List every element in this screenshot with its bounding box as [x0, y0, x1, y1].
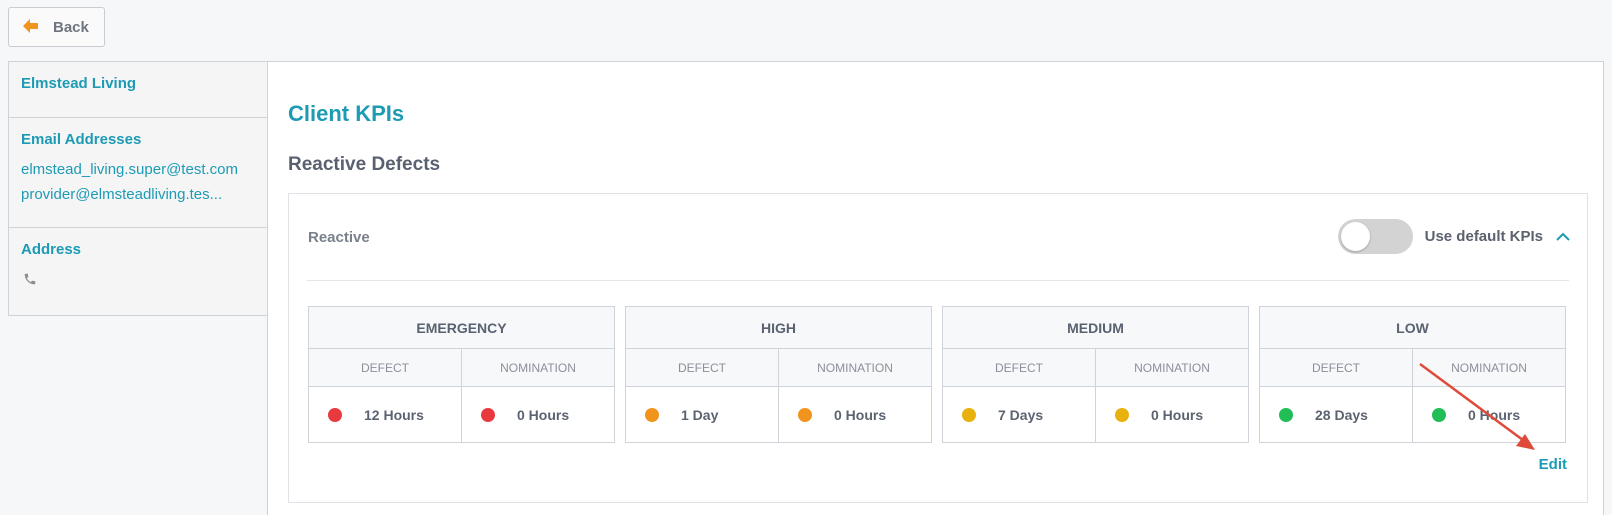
defect-value: 12 Hours [364, 406, 424, 423]
status-dot [328, 407, 342, 422]
kpi-values: 28 Days 0 Hours [1260, 387, 1565, 442]
defect-column-header: DEFECT [1312, 360, 1360, 375]
card-divider [307, 280, 1569, 281]
main-panel: Client KPIs Reactive Defects Reactive Us… [267, 61, 1604, 515]
nomination-column-header: NOMINATION [1412, 349, 1565, 386]
email-title: Email Addresses [21, 131, 142, 148]
back-label: Back [53, 18, 89, 36]
address-title: Address [21, 241, 82, 258]
back-button[interactable]: Back [8, 7, 105, 47]
priority-header: MEDIUM [943, 307, 1248, 349]
status-dot [1432, 407, 1446, 422]
status-dot [1115, 407, 1129, 422]
nomination-value: 0 Hours [517, 406, 570, 423]
defect-value: 1 Day [681, 406, 719, 423]
email-link[interactable]: provider@elmsteadliving.tes... [21, 186, 255, 203]
kpi-values: 12 Hours 0 Hours [309, 387, 614, 442]
priority-header: LOW [1260, 307, 1565, 349]
defect-value: 7 Days [998, 406, 1044, 423]
priority-header: HIGH [626, 307, 931, 349]
reactive-kpi-card: Reactive Use default KPIs EMERGENCY DEFE… [288, 193, 1588, 503]
nomination-value: 0 Hours [834, 406, 887, 423]
phone-icon [23, 272, 39, 288]
default-kpi-toggle[interactable] [1337, 219, 1413, 254]
nomination-value: 0 Hours [1468, 406, 1521, 423]
defect-value-cell: 28 Days [1260, 387, 1412, 442]
edit-link[interactable]: Edit [1539, 456, 1567, 473]
status-dot [962, 407, 976, 422]
kpi-block-emergency: EMERGENCY DEFECT NOMINATION 12 Hours 0 H… [308, 306, 615, 443]
toggle-label: Use default KPIs [1424, 228, 1543, 245]
defect-value-cell: 1 Day [626, 387, 778, 442]
nomination-value-cell: 0 Hours [461, 387, 614, 442]
email-link[interactable]: elmstead_living.super@test.com [21, 161, 255, 178]
status-dot [645, 407, 659, 422]
toggle-knob [1340, 222, 1370, 251]
status-dot [1279, 407, 1293, 422]
defect-value: 28 Days [1315, 406, 1368, 423]
defect-column-header: DEFECT [678, 360, 726, 375]
nomination-column-header: NOMINATION [461, 349, 614, 386]
page-title: Client KPIs [288, 101, 405, 126]
client-sidebar: Elmstead Living Email Addresses elmstead… [8, 61, 268, 316]
kpi-block-low: LOW DEFECT NOMINATION 28 Days 0 Hours [1259, 306, 1566, 443]
nomination-value-cell: 0 Hours [1412, 387, 1565, 442]
defect-column-header: DEFECT [361, 360, 409, 375]
status-dot [798, 407, 812, 422]
email-section: Email Addresses elmstead_living.super@te… [9, 118, 267, 228]
client-name[interactable]: Elmstead Living [21, 75, 255, 92]
arrow-left-icon [23, 18, 39, 36]
defect-value-cell: 7 Days [943, 387, 1095, 442]
nomination-column-header: NOMINATION [778, 349, 931, 386]
nomination-value: 0 Hours [1151, 406, 1204, 423]
card-label: Reactive [308, 229, 370, 246]
kpi-block-medium: MEDIUM DEFECT NOMINATION 7 Days 0 Hours [942, 306, 1249, 443]
client-name-section: Elmstead Living [9, 62, 267, 118]
status-dot [481, 407, 495, 422]
nomination-value-cell: 0 Hours [1095, 387, 1248, 442]
kpi-subheader: DEFECT NOMINATION [309, 349, 614, 387]
kpi-grid: EMERGENCY DEFECT NOMINATION 12 Hours 0 H… [308, 306, 1566, 443]
priority-header: EMERGENCY [309, 307, 614, 349]
kpi-subheader: DEFECT NOMINATION [626, 349, 931, 387]
defect-value-cell: 12 Hours [309, 387, 461, 442]
chevron-up-icon[interactable] [1555, 229, 1571, 245]
nomination-value-cell: 0 Hours [778, 387, 931, 442]
kpi-subheader: DEFECT NOMINATION [1260, 349, 1565, 387]
address-section: Address [9, 228, 267, 301]
defect-column-header: DEFECT [995, 360, 1043, 375]
default-kpi-control: Use default KPIs [1337, 219, 1571, 254]
kpi-values: 1 Day 0 Hours [626, 387, 931, 442]
kpi-block-high: HIGH DEFECT NOMINATION 1 Day 0 Hours [625, 306, 932, 443]
kpi-values: 7 Days 0 Hours [943, 387, 1248, 442]
kpi-subheader: DEFECT NOMINATION [943, 349, 1248, 387]
nomination-column-header: NOMINATION [1095, 349, 1248, 386]
section-title: Reactive Defects [288, 154, 441, 175]
